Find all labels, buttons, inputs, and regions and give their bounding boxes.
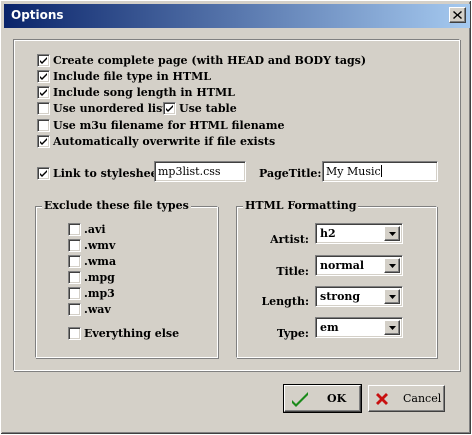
chevron-down-icon [388,231,396,236]
checkbox-box[interactable] [68,255,81,268]
checkbox-box[interactable] [37,135,50,148]
checkmark-icon [40,89,47,96]
title-label: Title: [276,265,309,278]
length-label: Length: [261,295,309,308]
close-button[interactable] [449,7,466,23]
checkmark-icon [292,391,308,407]
checkmark-icon [40,57,47,64]
artist-dropdown-button[interactable] [384,226,400,241]
length-dropdown-button[interactable] [384,289,400,304]
checkmark-icon [40,138,47,145]
checkbox-label: .wma [84,255,117,268]
cancel-button[interactable]: Cancel [368,385,445,412]
checkbox-label: Use table [179,102,237,115]
use-m3u-filename-checkbox[interactable]: Use m3u filename for HTML filename [37,119,284,132]
checkbox-box[interactable] [37,54,50,67]
chevron-down-icon [388,263,396,268]
create-complete-page-checkbox[interactable]: Create complete page (with HEAD and BODY… [37,54,366,67]
title-bar[interactable]: Options [4,4,470,28]
checkbox-box[interactable] [68,327,81,340]
formatting-group-legend: HTML Formatting [243,199,359,212]
checkmark-icon [166,105,173,112]
checkbox-label: Use m3u filename for HTML filename [53,119,285,132]
checkbox-box[interactable] [37,86,50,99]
title-select[interactable]: normal [315,255,403,276]
checkbox-box[interactable] [68,287,81,300]
artist-label: Artist: [270,233,309,246]
exclude-wma-checkbox[interactable]: .wma [68,255,116,268]
checkbox-label: .mp3 [84,287,115,300]
title-value: normal [320,259,365,272]
checkbox-box[interactable] [37,102,50,115]
ok-button-label: OK [327,392,347,405]
type-dropdown-button[interactable] [384,320,400,335]
type-value: em [320,321,339,334]
exclude-wmv-checkbox[interactable]: .wmv [68,239,115,252]
length-value: strong [320,290,361,303]
page-title-value: My Music [326,165,381,178]
exclude-mp3-checkbox[interactable]: .mp3 [68,287,115,300]
page-title-input[interactable]: My Music [322,161,438,182]
window-title: Options [11,8,64,22]
checkbox-label: .mpg [84,271,115,284]
chevron-down-icon [388,325,396,330]
artist-select[interactable]: h2 [315,223,403,244]
checkbox-label: Everything else [84,327,180,340]
stylesheet-input[interactable]: mp3list.css [154,161,246,182]
exclude-mpg-checkbox[interactable]: .mpg [68,271,115,284]
length-select[interactable]: strong [315,286,403,307]
text-cursor [380,165,382,177]
checkbox-label: Include file type in HTML [53,70,212,83]
checkbox-box[interactable] [68,239,81,252]
exclude-group-legend: Exclude these file types [42,199,191,212]
close-icon [453,11,462,19]
checkbox-label: .avi [84,223,106,236]
checkbox-label: Include song length in HTML [53,86,235,99]
type-label: Type: [276,327,309,340]
artist-value: h2 [320,227,336,240]
exclude-avi-checkbox[interactable]: .avi [68,223,106,236]
checkbox-box[interactable] [37,119,50,132]
checkbox-label: Automatically overwrite if file exists [53,135,276,148]
checkbox-label: Link to stylesheet: [53,167,167,180]
include-song-length-checkbox[interactable]: Include song length in HTML [37,86,235,99]
include-file-type-checkbox[interactable]: Include file type in HTML [37,70,211,83]
use-unordered-lists-checkbox[interactable]: Use unordered lists [37,102,174,115]
type-select[interactable]: em [315,317,403,338]
checkbox-box[interactable] [68,223,81,236]
title-dropdown-button[interactable] [384,258,400,273]
ok-button[interactable]: OK [283,384,362,413]
checkmark-icon [40,170,47,177]
exclude-wav-checkbox[interactable]: .wav [68,303,111,316]
exclude-everything-else-checkbox[interactable]: Everything else [68,327,179,340]
options-dialog: Options Create complete page (with HEAD … [0,0,472,435]
use-table-checkbox[interactable]: Use table [163,102,237,115]
checkbox-label: .wav [84,303,111,316]
checkbox-label: .wmv [84,239,116,252]
checkmark-icon [40,73,47,80]
auto-overwrite-checkbox[interactable]: Automatically overwrite if file exists [37,135,275,148]
checkbox-box[interactable] [37,70,50,83]
page-title-label: PageTitle: [259,167,322,180]
chevron-down-icon [388,294,396,299]
checkbox-label: Create complete page (with HEAD and BODY… [53,54,367,67]
cancel-button-label: Cancel [403,392,442,405]
close-icon [376,392,388,405]
checkbox-box[interactable] [68,303,81,316]
checkbox-box[interactable] [68,271,81,284]
link-stylesheet-checkbox[interactable]: Link to stylesheet: [37,167,167,180]
checkbox-box[interactable] [37,167,50,180]
checkbox-label: Use unordered lists [53,102,174,115]
checkbox-box[interactable] [163,102,176,115]
